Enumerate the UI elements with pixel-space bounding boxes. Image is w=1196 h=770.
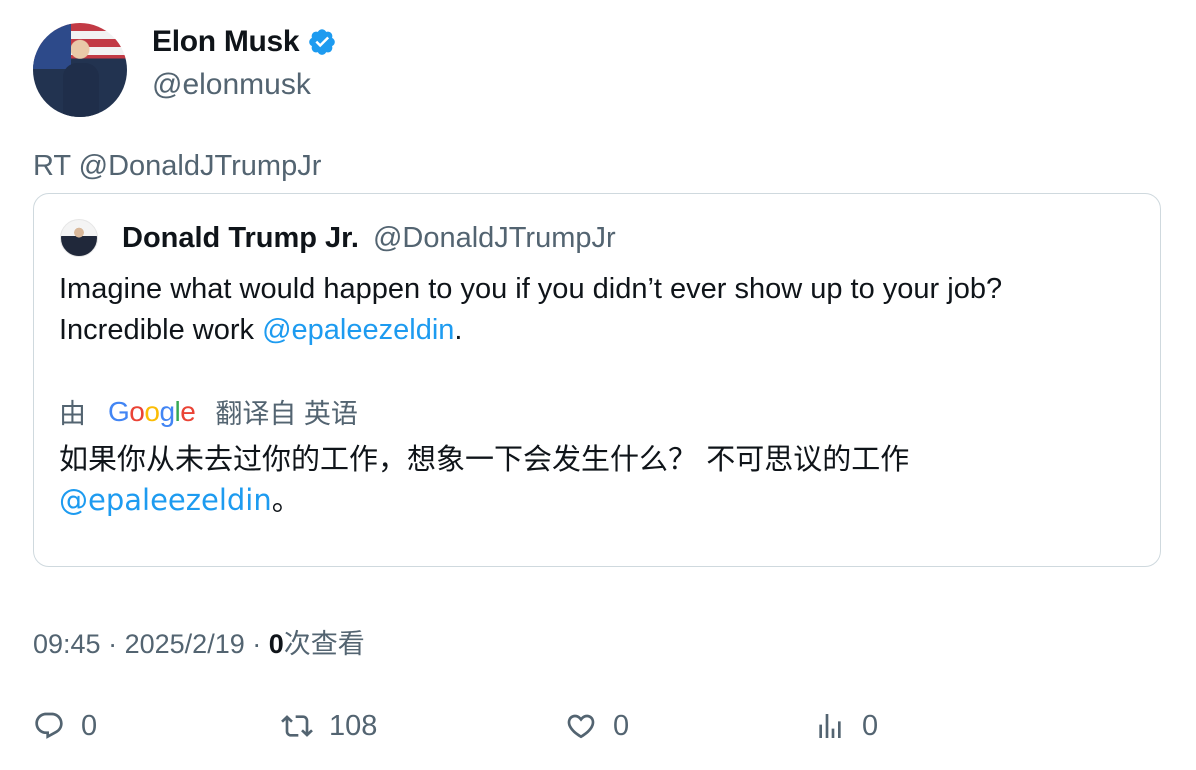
retweet-text: RT @DonaldJTrumpJr [33,150,322,182]
quoted-tweet-card[interactable]: Donald Trump Jr. @DonaldJTrumpJr Imagine… [33,193,1161,567]
tweet-date[interactable]: 2025/2/19 [125,629,245,659]
author-handle[interactable]: @elonmusk [152,68,311,102]
author-name[interactable]: Elon Musk [152,25,300,59]
quoted-author-handle[interactable]: @DonaldJTrumpJr [373,222,616,254]
retweet-button[interactable]: 108 [281,708,377,744]
quoted-text-prefix: Incredible work [59,314,263,346]
reply-count: 0 [81,709,98,742]
quoted-text-suffix: . [454,314,463,346]
translated-from-label: 翻译自 英语 [215,399,358,429]
tweet-meta: 09:45 · 2025/2/19 · 0次查看 [33,622,365,661]
meta-separator: · [252,629,262,659]
translated-suffix: 。 [271,483,301,517]
views-button[interactable]: 0 [814,708,878,744]
author-avatar[interactable] [33,23,127,117]
quoted-text-line-1: Imagine what would happen to you if you … [59,273,1003,305]
like-button[interactable]: 0 [565,708,629,744]
reply-icon [35,712,63,739]
reply-button[interactable]: 0 [33,708,97,744]
translated-tweet-text: 如果你从未去过你的工作，想象一下会发生什么？ 不可思议的工作 @epaleeze… [59,439,1149,521]
retweet-count: 108 [329,709,378,742]
views-count: 0 [268,629,284,659]
verified-badge-icon [309,29,336,55]
meta-separator: · [108,629,118,659]
translation-attribution: 由 Google 翻译自 英语 [59,392,358,431]
views-label: 次查看 [283,629,365,659]
google-logo: Google [108,395,196,427]
like-count: 0 [613,709,630,742]
retweet-icon [281,715,313,737]
views-action-count: 0 [862,709,879,742]
author-name-row[interactable]: Elon Musk [152,25,337,59]
translated-by-label: 由 [59,399,86,429]
mention-link[interactable]: @epaleezeldin [262,314,454,346]
translated-line-2: @epaleezeldin。 [59,480,1149,521]
quoted-text-line-2: Incredible work @epaleezeldin. [59,310,1149,351]
translated-mention-link[interactable]: @epaleezeldin [59,483,272,517]
quoted-author-name[interactable]: Donald Trump Jr. [122,222,359,254]
heart-icon [567,714,595,739]
translated-line-1: 如果你从未去过你的工作，想象一下会发生什么？ 不可思议的工作 [59,442,910,476]
quoted-author-avatar[interactable] [60,219,98,257]
quoted-author-header: Donald Trump Jr. @DonaldJTrumpJr [122,222,616,255]
tweet-time[interactable]: 09:45 [33,629,101,659]
quoted-tweet-text: Imagine what would happen to you if you … [59,269,1149,351]
analytics-icon [819,714,841,738]
